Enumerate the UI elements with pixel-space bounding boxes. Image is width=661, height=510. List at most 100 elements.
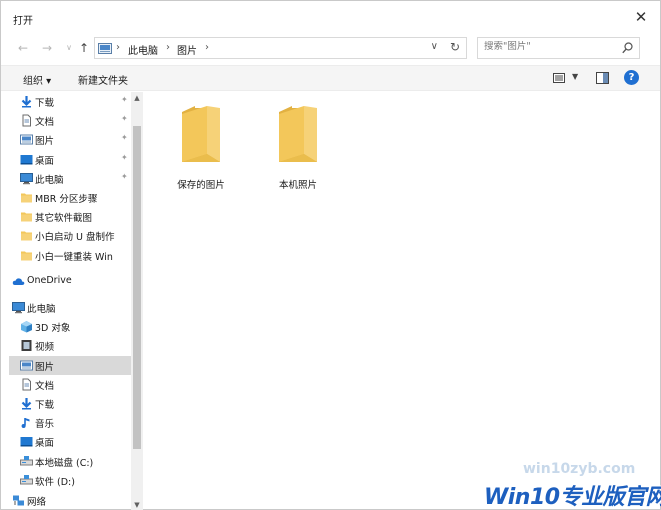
close-icon[interactable]: ✕ bbox=[632, 8, 650, 26]
sidebar-item-label: 其它软件截图 bbox=[35, 213, 93, 225]
3d-objects-icon bbox=[20, 320, 33, 333]
folder-name: 保存的图片 bbox=[177, 180, 225, 191]
network-icon bbox=[12, 494, 25, 507]
sidebar-item-this-pc-child[interactable]: 桌面 bbox=[9, 432, 131, 451]
refresh-icon[interactable]: ↻ bbox=[450, 40, 460, 54]
navigation-pane: 下载 ✦ 文档 ✦ 图片 ✦ 桌面 ✦ 此电脑 ✦ MBR 分区步骤 其它软件截图 小白启动 U 盘制作… bbox=[9, 92, 144, 510]
address-history-chevron-icon[interactable]: ∨ bbox=[431, 41, 438, 52]
organize-button[interactable]: 组织 ▾ bbox=[23, 72, 51, 87]
sidebar-item-this-pc-child[interactable]: 下载 bbox=[9, 394, 131, 413]
document-icon bbox=[20, 378, 33, 391]
sidebar-item-label: 本地磁盘 (C:) bbox=[35, 457, 94, 469]
pin-icon[interactable]: ✦ bbox=[121, 172, 128, 181]
help-icon[interactable]: ? bbox=[624, 70, 639, 85]
video-icon bbox=[20, 339, 33, 352]
pictures-icon bbox=[20, 133, 33, 146]
title-bar: 打开 ✕ bbox=[1, 1, 660, 35]
folder-icon bbox=[20, 229, 33, 242]
music-icon bbox=[20, 416, 33, 429]
folder-icon bbox=[20, 249, 33, 262]
watermark-url: win10zyb.com bbox=[523, 461, 636, 477]
sidebar-item-label: 网络 bbox=[27, 497, 47, 508]
search-input[interactable] bbox=[484, 41, 614, 52]
drive-icon bbox=[20, 474, 33, 487]
address-bar[interactable]: › 此电脑 › 图片 › ∨ ↻ bbox=[94, 37, 467, 59]
preview-pane-icon[interactable] bbox=[596, 72, 609, 84]
sidebar-item-this-pc[interactable]: 此电脑 bbox=[9, 298, 131, 317]
sidebar-item-quick-access[interactable]: 小白启动 U 盘制作 bbox=[9, 226, 131, 245]
document-icon bbox=[20, 114, 33, 127]
sidebar-item-quick-access[interactable]: 文档 ✦ bbox=[9, 111, 131, 130]
desktop-icon bbox=[20, 435, 33, 448]
desktop-icon bbox=[20, 153, 33, 166]
sidebar-item-label: OneDrive bbox=[27, 274, 72, 286]
sidebar-item-quick-access[interactable]: 小白一键重装 Win bbox=[9, 246, 131, 265]
folder-icon bbox=[279, 106, 317, 162]
breadcrumb-separator[interactable]: › bbox=[116, 42, 120, 53]
search-icon[interactable] bbox=[622, 42, 633, 54]
new-folder-button[interactable]: 新建文件夹 bbox=[78, 72, 128, 87]
folder-icon bbox=[20, 191, 33, 204]
navigation-pane-scrollbar[interactable]: ▲ ▼ bbox=[131, 92, 143, 510]
breadcrumb-pictures[interactable]: 图片 bbox=[177, 42, 197, 57]
pin-icon[interactable]: ✦ bbox=[121, 133, 128, 142]
scroll-up-icon[interactable]: ▲ bbox=[131, 94, 143, 102]
sidebar-item-label: 小白一键重装 Win bbox=[35, 251, 113, 263]
file-list: 保存的图片 本机照片 bbox=[146, 92, 658, 502]
breadcrumb-this-pc[interactable]: 此电脑 bbox=[128, 42, 158, 57]
sidebar-item-label: 音乐 bbox=[35, 419, 55, 431]
view-options-icon[interactable] bbox=[553, 73, 565, 83]
folder-tile[interactable]: 保存的图片 bbox=[161, 92, 241, 192]
sidebar-item-this-pc-child[interactable]: 本地磁盘 (C:) bbox=[9, 452, 131, 471]
sidebar-item-this-pc-child[interactable]: 图片 bbox=[9, 355, 131, 375]
folder-icon bbox=[20, 210, 33, 223]
computer-icon bbox=[20, 172, 33, 185]
sidebar-item-label: 图片 bbox=[35, 136, 55, 148]
forward-arrow-icon[interactable]: → bbox=[39, 40, 55, 56]
sidebar-item-this-pc-child[interactable]: 软件 (D:) bbox=[9, 471, 131, 490]
scroll-thumb[interactable] bbox=[133, 126, 141, 449]
up-arrow-icon[interactable]: ↑ bbox=[76, 40, 92, 56]
folder-icon bbox=[182, 106, 220, 162]
sidebar-item-this-pc-child[interactable]: 文档 bbox=[9, 375, 131, 394]
drive-icon bbox=[20, 455, 33, 468]
sidebar-item-quick-access[interactable]: 其它软件截图 bbox=[9, 207, 131, 226]
sidebar-item-this-pc-child[interactable]: 视频 bbox=[9, 336, 131, 355]
sidebar-item-quick-access[interactable]: 此电脑 ✦ bbox=[9, 169, 131, 188]
sidebar-item-this-pc-child[interactable]: 3D 对象 bbox=[9, 317, 131, 336]
sidebar-item-label: 3D 对象 bbox=[35, 323, 71, 335]
sidebar-item-network[interactable]: 网络 bbox=[9, 491, 131, 510]
folder-name: 本机照片 bbox=[278, 180, 317, 191]
sidebar-item-label: 软件 (D:) bbox=[35, 476, 75, 488]
computer-icon bbox=[12, 301, 25, 314]
folder-tile[interactable]: 本机照片 bbox=[258, 92, 338, 192]
sidebar-item-onedrive[interactable]: OneDrive bbox=[9, 272, 131, 291]
recent-locations-chevron-icon[interactable]: ∨ bbox=[61, 40, 77, 56]
sidebar-item-quick-access[interactable]: 桌面 ✦ bbox=[9, 150, 131, 169]
pictures-icon bbox=[20, 359, 33, 372]
sidebar-item-label: 文档 bbox=[35, 380, 55, 392]
back-arrow-icon[interactable]: ← bbox=[15, 40, 31, 56]
sidebar-item-this-pc-child[interactable]: 音乐 bbox=[9, 413, 131, 432]
breadcrumb-separator[interactable]: › bbox=[166, 42, 170, 53]
window-title: 打开 bbox=[13, 16, 33, 27]
sidebar-item-label: MBR 分区步骤 bbox=[35, 194, 98, 205]
onedrive-icon bbox=[12, 275, 25, 288]
pin-icon[interactable]: ✦ bbox=[121, 114, 128, 123]
navigation-bar: ← → ∨ ↑ › 此电脑 › 图片 › ∨ ↻ bbox=[1, 35, 660, 63]
breadcrumb-separator[interactable]: › bbox=[205, 42, 209, 53]
sidebar-item-label: 桌面 bbox=[35, 438, 55, 450]
pin-icon[interactable]: ✦ bbox=[121, 95, 128, 104]
sidebar-item-label: 文档 bbox=[35, 117, 55, 129]
sidebar-item-quick-access[interactable]: 下载 ✦ bbox=[9, 92, 131, 111]
search-box[interactable] bbox=[477, 37, 640, 59]
sidebar-item-label: 此电脑 bbox=[27, 304, 56, 315]
sidebar-item-quick-access[interactable]: MBR 分区步骤 bbox=[9, 188, 131, 207]
sidebar-item-quick-access[interactable]: 图片 ✦ bbox=[9, 130, 131, 149]
open-file-dialog: 打开 ✕ ← → ∨ ↑ › 此电脑 › 图片 › ∨ ↻ 搜索"图片" 组织 … bbox=[0, 0, 661, 510]
view-options-chevron-icon[interactable]: ▼ bbox=[572, 72, 578, 81]
pin-icon[interactable]: ✦ bbox=[121, 153, 128, 162]
scroll-down-icon[interactable]: ▼ bbox=[131, 501, 143, 509]
download-icon bbox=[20, 397, 33, 410]
watermark-logo: Win10专业版官网 bbox=[484, 485, 661, 510]
